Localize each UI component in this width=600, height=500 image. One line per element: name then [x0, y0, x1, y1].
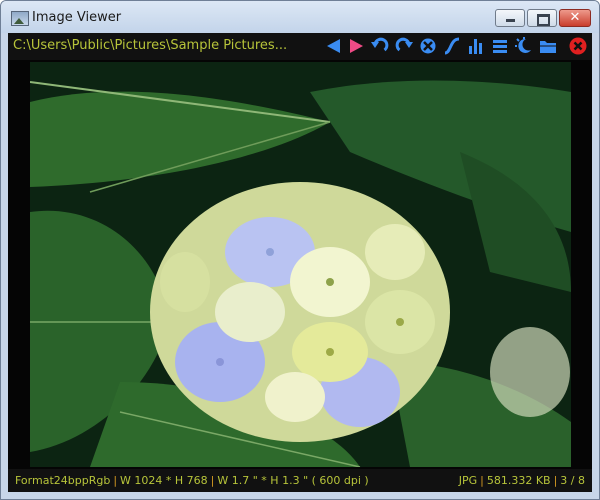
status-left: Format24bppRgb | W 1024 * H 768 | W 1.7 " * … — [15, 469, 369, 492]
minimize-button[interactable] — [495, 9, 525, 27]
separator: | — [210, 474, 215, 487]
hydrangea-photo[interactable] — [30, 62, 571, 467]
photo-canvas — [30, 62, 571, 467]
separator: | — [553, 474, 558, 487]
status-right: JPG | 581.332 KB | 3 / 8 — [459, 469, 585, 492]
menu-button[interactable] — [490, 36, 510, 56]
app-icon — [11, 11, 29, 26]
night-mode-button[interactable] — [514, 36, 534, 56]
fit-screen-button[interactable] — [418, 36, 438, 56]
maximize-icon — [537, 14, 550, 26]
close-window-button[interactable]: ✕ — [559, 9, 591, 27]
title-bar[interactable]: Image Viewer ✕ — [1, 1, 599, 33]
file-type: JPG — [458, 474, 478, 487]
close-image-icon — [569, 37, 587, 55]
minimize-icon — [506, 19, 515, 22]
window-title: Image Viewer — [32, 10, 122, 25]
close-image-button[interactable] — [568, 36, 588, 56]
previous-image-button[interactable] — [324, 36, 344, 56]
image-position: 3 / 8 — [560, 474, 585, 487]
status-bar: Format24bppRgb | W 1024 * H 768 | W 1.7 " * … — [8, 469, 592, 492]
curve-icon — [444, 37, 460, 55]
print-size: W 1.7 " * H 1.3 " ( 600 dpi ) — [217, 474, 369, 487]
maximize-button[interactable] — [527, 9, 557, 27]
file-size: 581.332 KB — [486, 474, 551, 487]
viewer-area: C:\Users\Public\Pictures\Sample Pictures… — [8, 33, 592, 492]
image-viewer-window: Image Viewer ✕ C:\Users\Public\Pictures\… — [0, 0, 600, 500]
rotate-left-icon — [371, 37, 389, 52]
fit-screen-icon — [420, 38, 436, 54]
separator: | — [480, 474, 484, 487]
next-image-button[interactable] — [346, 36, 366, 56]
menu-icon — [493, 40, 507, 53]
histogram-button[interactable] — [466, 36, 486, 56]
rotate-left-button[interactable] — [370, 36, 390, 56]
night-mode-icon — [515, 37, 531, 53]
file-path: C:\Users\Public\Pictures\Sample Pictures… — [13, 38, 288, 53]
separator: | — [113, 474, 118, 487]
toolbar: C:\Users\Public\Pictures\Sample Pictures… — [8, 33, 592, 60]
pixel-format: Format24bppRgb — [15, 474, 111, 487]
next-arrow-icon — [350, 39, 363, 53]
close-icon: ✕ — [569, 10, 581, 25]
histogram-icon — [469, 39, 482, 54]
rotate-right-icon — [395, 37, 413, 52]
rotate-right-button[interactable] — [394, 36, 414, 56]
curve-button[interactable] — [442, 36, 462, 56]
image-dimensions: W 1024 * H 768 — [120, 474, 208, 487]
previous-arrow-icon — [327, 39, 340, 53]
open-folder-button[interactable] — [538, 36, 558, 56]
folder-open-icon — [540, 41, 556, 53]
